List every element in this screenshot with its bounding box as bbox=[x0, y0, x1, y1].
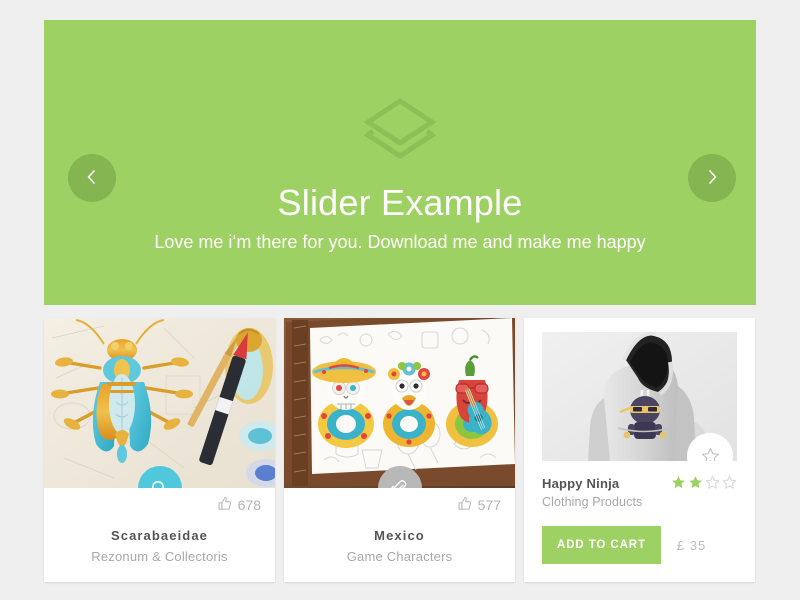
card-subtitle: Game Characters bbox=[346, 549, 453, 564]
star-filled-icon bbox=[688, 475, 703, 495]
likes-count: 678 bbox=[237, 497, 261, 513]
card-title: Mexico bbox=[374, 528, 425, 543]
card-subtitle: Rezonum & Collectoris bbox=[91, 549, 228, 564]
product-info: Happy Ninja Clothing Products bbox=[524, 461, 755, 511]
slider-subtitle: Love me i‘m there for you. Download me a… bbox=[154, 232, 646, 252]
portfolio-card[interactable]: 577 Mexico Game Characters bbox=[284, 318, 515, 582]
star-filled-icon bbox=[671, 475, 686, 495]
card-body: 577 Mexico Game Characters bbox=[284, 488, 515, 582]
card-image bbox=[284, 318, 515, 488]
search-icon bbox=[151, 480, 168, 488]
add-to-cart-button[interactable]: ADD TO CART bbox=[542, 526, 661, 564]
paperclip-icon bbox=[391, 479, 408, 488]
likes-count: 577 bbox=[477, 497, 501, 513]
product-subtitle: Clothing Products bbox=[542, 495, 643, 509]
card-image bbox=[44, 318, 275, 488]
slider-title: Slider Example bbox=[277, 182, 523, 223]
page-root: Slider Example Love me i‘m there for you… bbox=[0, 0, 800, 600]
star-empty-icon bbox=[722, 475, 737, 495]
layers-icon bbox=[361, 98, 439, 160]
slider-next-button[interactable] bbox=[688, 154, 736, 202]
product-card[interactable]: Happy Ninja Clothing Products ADD TO CAR… bbox=[524, 318, 755, 582]
slider-prev-button[interactable] bbox=[68, 154, 116, 202]
likes-counter[interactable]: 577 bbox=[457, 496, 501, 514]
star-outline-icon bbox=[701, 447, 720, 461]
thumbs-up-icon bbox=[457, 496, 472, 514]
card-body: 678 Scarabaeidae Rezonum & Collectoris bbox=[44, 488, 275, 582]
star-empty-icon bbox=[705, 475, 720, 495]
product-price: £ 35 bbox=[676, 537, 707, 553]
product-image bbox=[542, 332, 737, 461]
product-footer: ADD TO CART £ 35 bbox=[542, 526, 737, 564]
chevron-right-icon bbox=[704, 169, 720, 188]
portfolio-card[interactable]: 678 Scarabaeidae Rezonum & Collectoris bbox=[44, 318, 275, 582]
likes-counter[interactable]: 678 bbox=[217, 496, 261, 514]
card-row: 678 Scarabaeidae Rezonum & Collectoris 5… bbox=[44, 318, 756, 582]
chevron-left-icon bbox=[84, 169, 100, 188]
card-title: Scarabaeidae bbox=[110, 528, 209, 543]
rating-stars[interactable] bbox=[671, 475, 737, 495]
hero-slider: Slider Example Love me i‘m there for you… bbox=[44, 20, 756, 305]
thumbs-up-icon bbox=[217, 496, 232, 514]
